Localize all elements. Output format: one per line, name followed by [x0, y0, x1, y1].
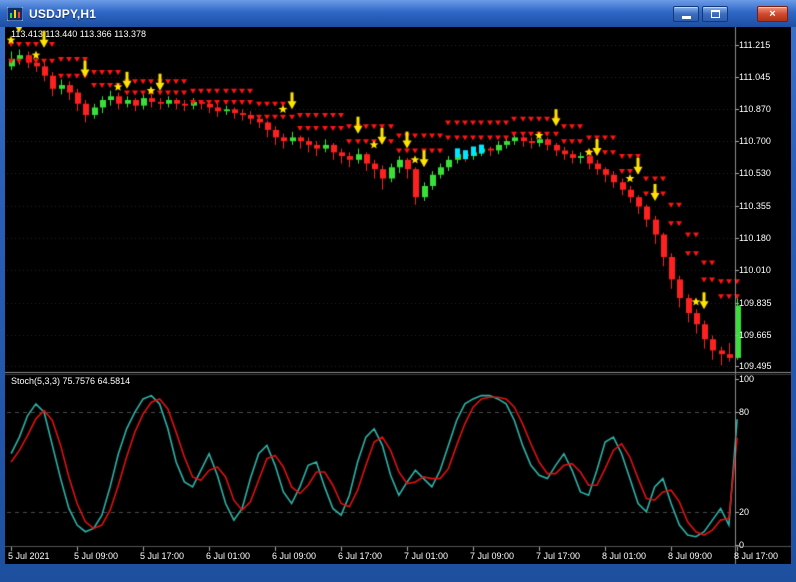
price-axis-label: 110.010 — [739, 265, 771, 275]
time-axis-label: 6 Jul 09:00 — [272, 551, 317, 561]
time-axis-label: 6 Jul 01:00 — [206, 551, 251, 561]
price-axis-label: 109.665 — [739, 330, 772, 340]
chart-window-icon — [6, 6, 24, 21]
stoch-axis-label: 100 — [739, 374, 755, 384]
restore-button[interactable] — [702, 5, 728, 22]
minimize-button[interactable] — [673, 5, 699, 22]
main-chart-region[interactable] — [5, 27, 735, 372]
price-axis-label: 111.045 — [739, 72, 771, 82]
minimize-icon — [681, 15, 691, 19]
price-axis-label: 109.835 — [739, 298, 772, 308]
chart-content: 113.413 113.440 113.366 113.378 Stoch(5,… — [5, 27, 791, 564]
application-window: USDJPY,H1 × 113.413 113.440 113.366 113.… — [0, 0, 796, 582]
time-axis-label: 7 Jul 17:00 — [536, 551, 581, 561]
price-axis-label: 110.180 — [739, 233, 771, 243]
price-axis-label: 110.530 — [739, 168, 771, 178]
window-title: USDJPY,H1 — [29, 6, 97, 21]
price-axis-label: 111.215 — [739, 40, 771, 50]
stochastic-panel-region[interactable] — [5, 375, 735, 546]
stoch-axis-label: 20 — [739, 507, 750, 517]
ohlc-readout: 113.413 113.440 113.366 113.378 — [11, 29, 146, 39]
time-axis-label: 5 Jul 17:00 — [140, 551, 185, 561]
time-axis-label: 8 Jul 17:00 — [734, 551, 779, 561]
close-icon: × — [769, 7, 776, 20]
time-axis-label: 6 Jul 17:00 — [338, 551, 383, 561]
time-axis-label: 8 Jul 01:00 — [602, 551, 647, 561]
stoch-axis-label: 0 — [739, 540, 745, 550]
close-button[interactable]: × — [757, 5, 788, 22]
time-axis-label: 7 Jul 09:00 — [470, 551, 515, 561]
stoch-axis-label: 80 — [739, 407, 750, 417]
price-axis-label: 110.355 — [739, 201, 771, 211]
price-axis-label: 109.495 — [739, 361, 772, 371]
time-axis-label: 5 Jul 2021 — [8, 551, 50, 561]
stoch-indicator-label: Stoch(5,3,3) 75.7576 64.5814 — [11, 376, 131, 386]
time-axis-label: 5 Jul 09:00 — [74, 551, 119, 561]
time-axis-label: 8 Jul 09:00 — [668, 551, 713, 561]
window-controls: × — [673, 5, 788, 22]
price-axis-label: 110.700 — [739, 136, 771, 146]
title-bar[interactable]: USDJPY,H1 × — [0, 0, 796, 27]
time-axis-label: 7 Jul 01:00 — [404, 551, 449, 561]
price-axis-label: 110.870 — [739, 104, 771, 114]
restore-icon — [710, 9, 720, 18]
